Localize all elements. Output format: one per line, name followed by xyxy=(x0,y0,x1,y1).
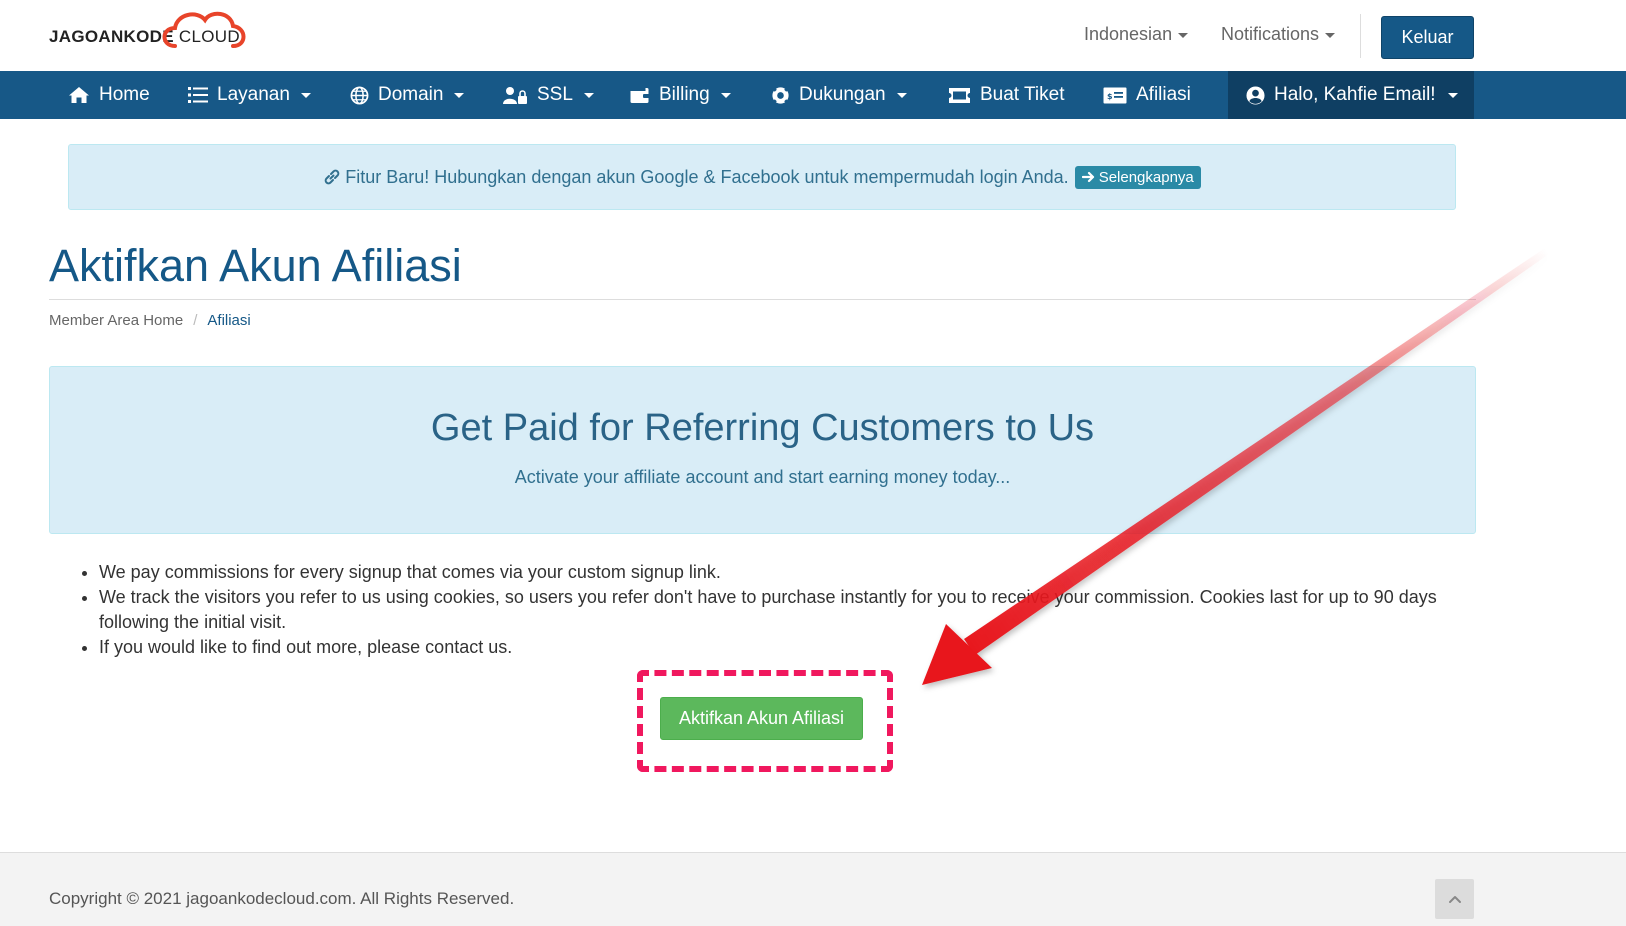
caret-down-icon xyxy=(454,92,465,98)
cloud-logo-icon xyxy=(162,11,246,48)
caret-down-icon xyxy=(300,92,311,98)
nav-item-buat-tiket[interactable]: Buat Tiket xyxy=(948,71,1065,119)
svg-text:$: $ xyxy=(1107,92,1113,101)
money-bill-icon: $ xyxy=(1103,87,1127,103)
caret-down-icon xyxy=(1325,32,1336,38)
caret-down-icon xyxy=(583,92,594,98)
footer-copyright: Copyright © 2021 jagoankodecloud.com. Al… xyxy=(49,889,515,908)
learn-more-button[interactable]: Selengkapnya xyxy=(1074,165,1201,189)
notifications-dropdown[interactable]: Notifications xyxy=(1221,24,1336,45)
activate-affiliate-button[interactable]: Aktifkan Akun Afiliasi xyxy=(660,697,863,740)
breadcrumb: Member Area Home / Afiliasi xyxy=(49,312,251,329)
logout-button[interactable]: Keluar xyxy=(1381,16,1474,59)
home-icon xyxy=(69,87,89,103)
main-navbar: Home Layanan Domain SSL Billing Dukungan… xyxy=(0,71,1626,119)
jumbotron-title: Get Paid for Referring Customers to Us xyxy=(430,407,1095,449)
nav-item-ssl[interactable]: SSL xyxy=(503,71,594,119)
users-lock-icon xyxy=(503,86,527,104)
list-item: We pay commissions for every signup that… xyxy=(99,560,1479,585)
user-circle-icon xyxy=(1246,85,1265,105)
wallet-icon xyxy=(630,88,650,103)
caret-down-icon xyxy=(1178,32,1189,38)
arrow-right-icon xyxy=(1081,171,1094,183)
caret-down-icon xyxy=(896,92,907,98)
brand-logo[interactable]: JAGOANKODE CLOUD xyxy=(49,6,249,62)
chevron-up-icon xyxy=(1448,896,1461,903)
top-header: JAGOANKODE CLOUD Indonesian Notification… xyxy=(0,0,1626,71)
affiliate-jumbotron: Get Paid for Referring Customers to Us A… xyxy=(49,366,1476,534)
jumbotron-subtitle: Activate your affiliate account and star… xyxy=(514,467,1011,487)
globe-icon xyxy=(350,86,369,104)
affiliate-benefits-list: We pay commissions for every signup that… xyxy=(99,560,1479,660)
list-icon xyxy=(188,87,208,103)
caret-down-icon xyxy=(720,92,731,98)
link-icon xyxy=(324,169,340,185)
list-item: We track the visitors you refer to us us… xyxy=(99,585,1479,635)
nav-item-domain[interactable]: Domain xyxy=(350,71,465,119)
breadcrumb-separator: / xyxy=(193,312,198,329)
user-menu[interactable]: Halo, Kahfie Email! xyxy=(1228,71,1474,119)
header-divider xyxy=(1360,14,1361,58)
list-item: If you would like to find out more, plea… xyxy=(99,635,1479,660)
nav-item-home[interactable]: Home xyxy=(68,71,150,119)
caret-down-icon xyxy=(1447,92,1458,98)
page-footer: Copyright © 2021 jagoankodecloud.com. Al… xyxy=(0,852,1626,926)
breadcrumb-home-link[interactable]: Member Area Home xyxy=(49,312,183,329)
nav-item-layanan[interactable]: Layanan xyxy=(188,71,311,119)
nav-item-dukungan[interactable]: Dukungan xyxy=(771,71,907,119)
lifebuoy-icon xyxy=(772,86,789,104)
nav-item-afiliasi[interactable]: $ Afiliasi xyxy=(1103,71,1191,119)
page-title: Aktifkan Akun Afiliasi xyxy=(49,240,462,291)
breadcrumb-current: Afiliasi xyxy=(207,312,251,329)
language-dropdown[interactable]: Indonesian xyxy=(1084,24,1189,45)
ticket-icon xyxy=(949,87,970,103)
nav-item-billing[interactable]: Billing xyxy=(630,71,731,119)
title-divider xyxy=(49,299,1476,300)
new-feature-notice: Fitur Baru! Hubungkan dengan akun Google… xyxy=(68,144,1456,210)
back-to-top-button[interactable] xyxy=(1435,879,1474,919)
notice-text: Fitur Baru! Hubungkan dengan akun Google… xyxy=(345,166,1069,187)
